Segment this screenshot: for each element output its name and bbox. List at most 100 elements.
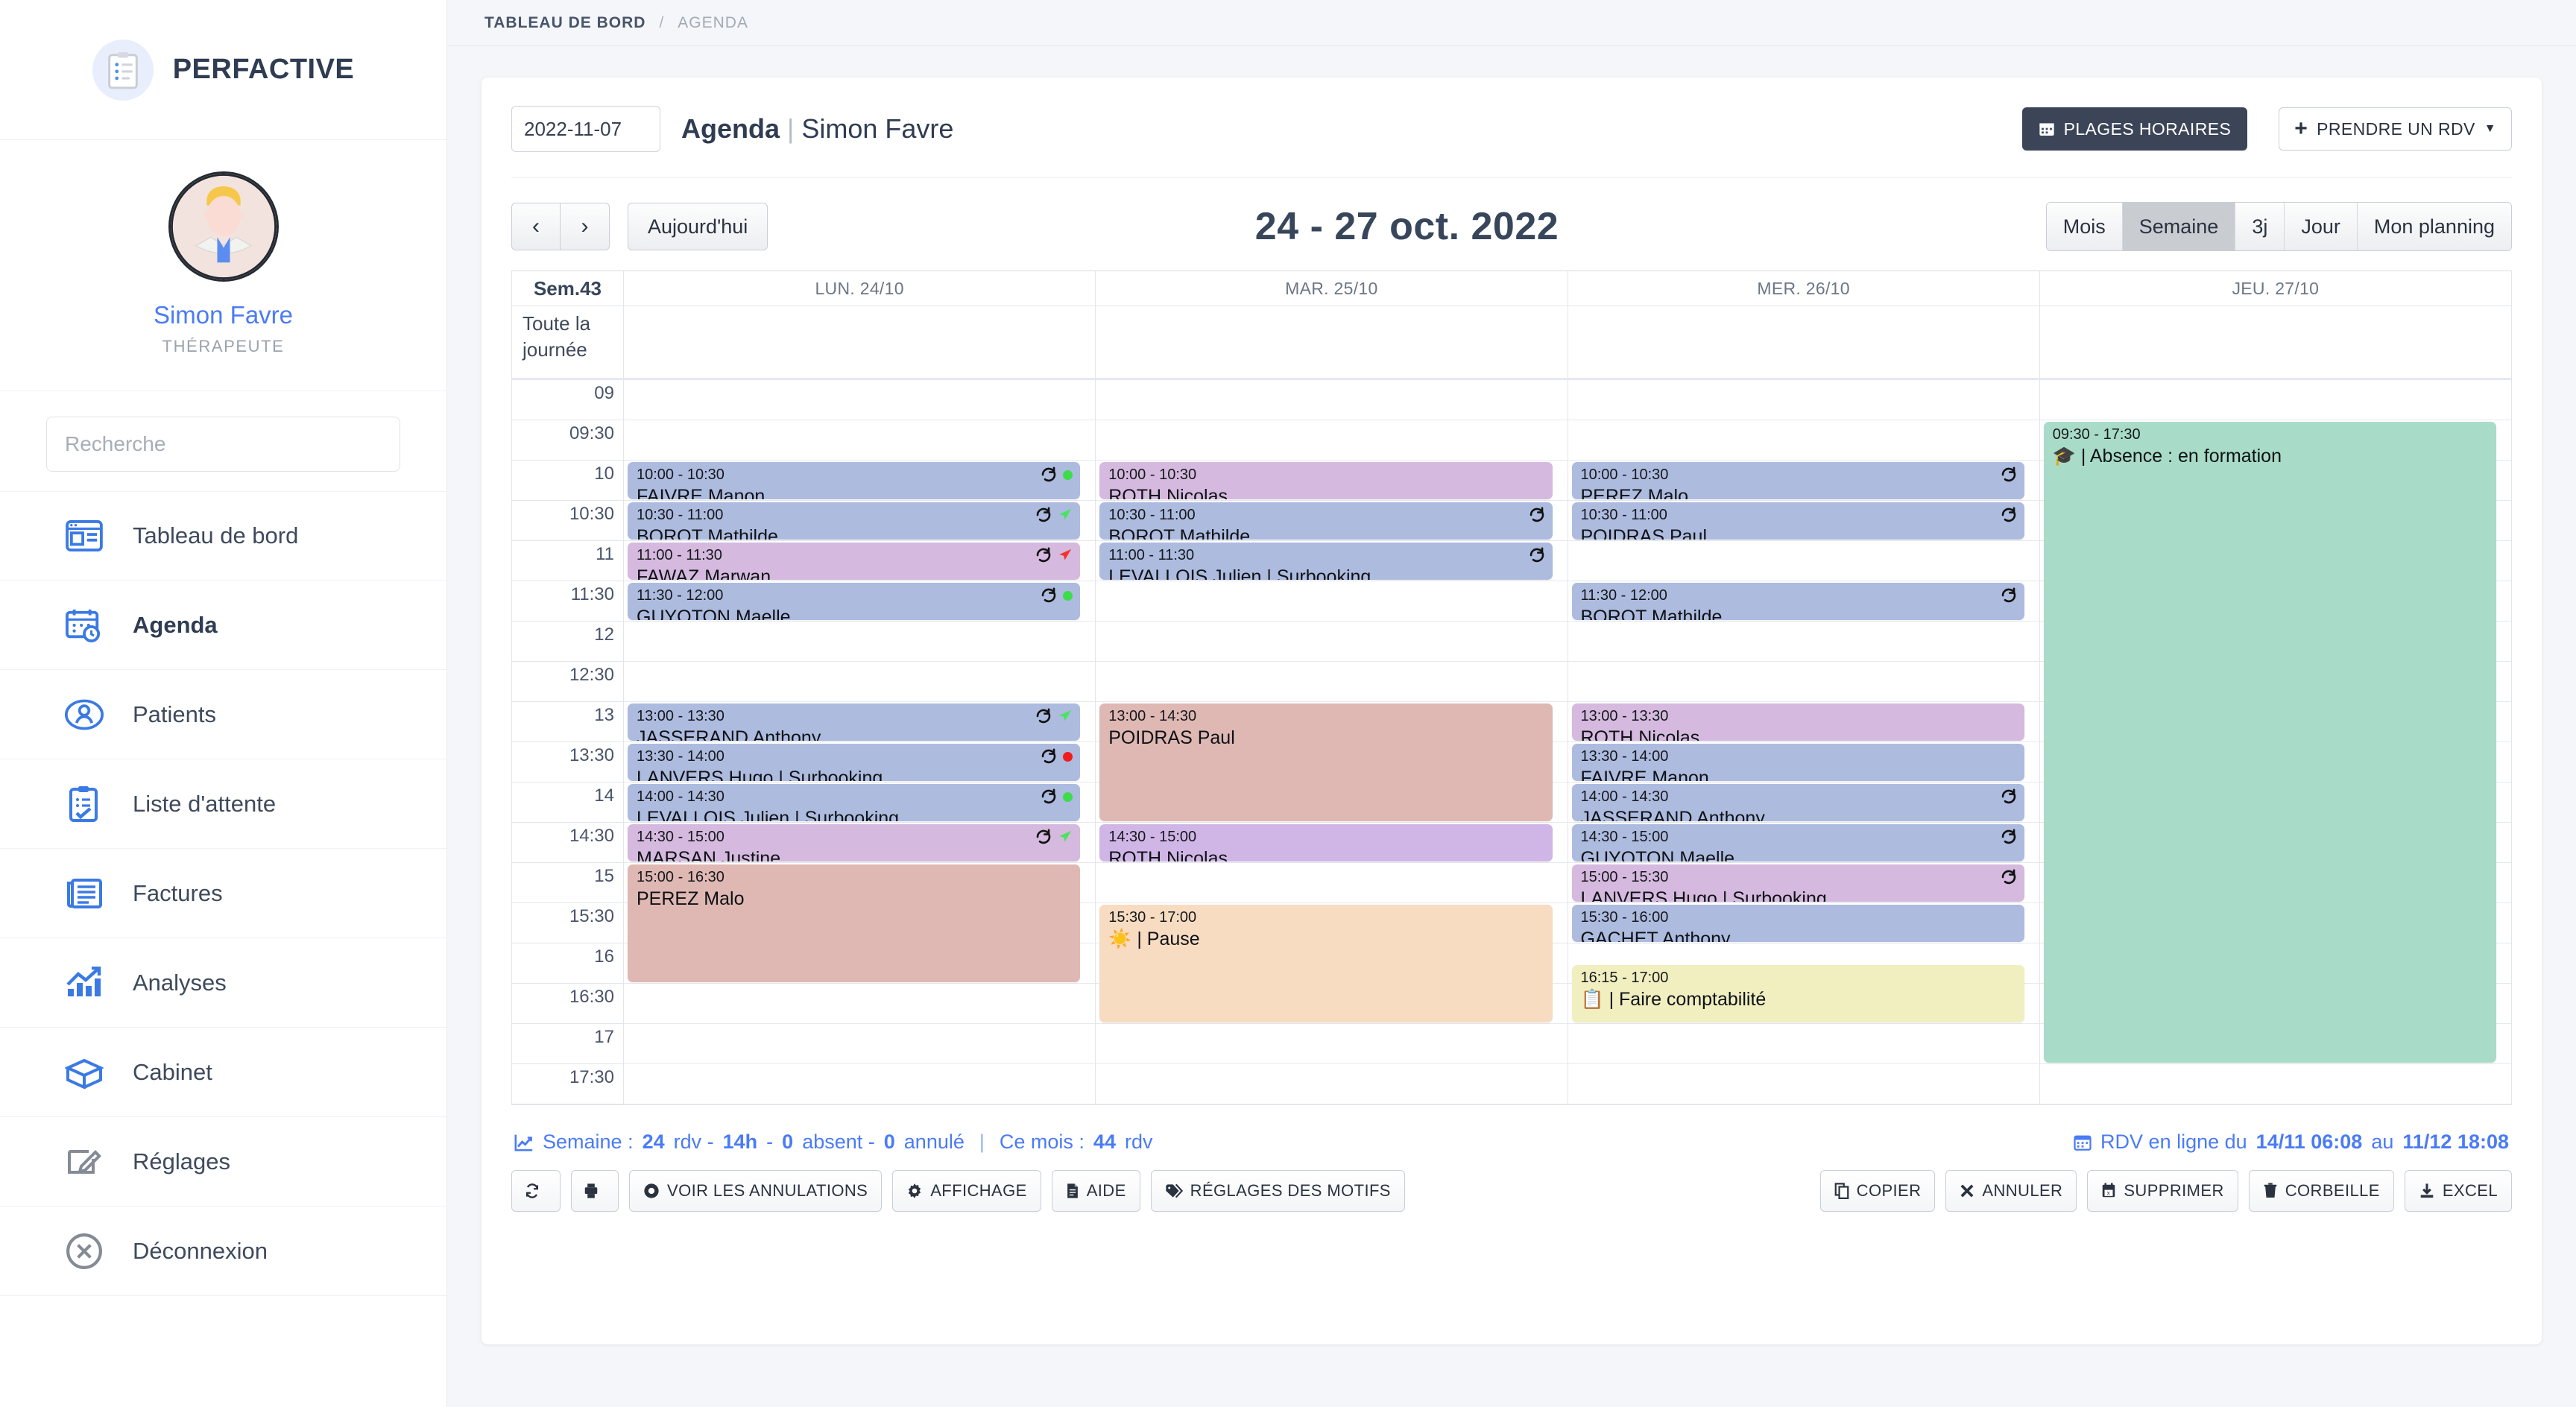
sidebar-item-analyses[interactable]: Analyses bbox=[0, 938, 446, 1028]
day-slot[interactable] bbox=[1568, 380, 2039, 420]
calendar-event[interactable]: 14:30 - 15:00 MARSAN Justine bbox=[628, 824, 1081, 861]
sidebar-item-patients[interactable]: Patients bbox=[0, 670, 446, 759]
breadcrumb-root[interactable]: TABLEAU DE BORD bbox=[484, 14, 645, 32]
day-slot[interactable] bbox=[1568, 1064, 2039, 1104]
day-slot[interactable] bbox=[1096, 581, 1568, 622]
day-slot[interactable] bbox=[2039, 380, 2511, 420]
calendar-event[interactable]: 15:30 - 16:00 GACHET Anthony bbox=[1571, 905, 2024, 942]
day-slot[interactable] bbox=[1096, 380, 1568, 420]
affichage-button[interactable]: AFFICHAGE bbox=[892, 1170, 1041, 1212]
calendar-event[interactable]: 10:00 - 10:30 FAIVRE Manon bbox=[628, 462, 1081, 499]
day-slot[interactable] bbox=[1568, 622, 2039, 662]
sidebar-item-tableau-de-bord[interactable]: Tableau de bord bbox=[0, 491, 446, 581]
reglages-motifs-button[interactable]: RÉGLAGES DES MOTIFS bbox=[1150, 1170, 1405, 1212]
sidebar-item-deconnexion[interactable]: Déconnexion bbox=[0, 1207, 446, 1296]
all-day-cell[interactable] bbox=[1568, 306, 2040, 378]
prendre-rdv-button[interactable]: + PRENDRE UN RDV ▼ bbox=[2279, 107, 2512, 151]
calendar-event[interactable]: 10:30 - 11:00 BOROT Mathilde bbox=[1099, 502, 1553, 540]
day-header[interactable]: LUN. 24/10 bbox=[624, 271, 1096, 306]
calendar-event[interactable]: 11:00 - 11:30 LEVALLOIS Julien | Surbooki… bbox=[1099, 543, 1553, 580]
calendar-event[interactable]: 14:30 - 15:00 GUYOTON Maelle bbox=[1571, 824, 2024, 861]
corbeille-button[interactable]: CORBEILLE bbox=[2248, 1170, 2394, 1212]
day-slot[interactable] bbox=[1096, 420, 1568, 461]
day-slot[interactable] bbox=[624, 622, 1096, 662]
day-slot[interactable] bbox=[1568, 662, 2039, 702]
day-column[interactable]: 10:00 - 10:30 ROTH Nicolas 10:30 - 11:00 BO… bbox=[1096, 380, 1568, 1104]
day-slot[interactable] bbox=[624, 1064, 1096, 1104]
calendar-event[interactable]: 10:30 - 11:00 BOROT Mathilde bbox=[628, 502, 1081, 540]
today-button[interactable]: Aujourd'hui bbox=[628, 203, 768, 250]
day-column[interactable]: 10:00 - 10:30 PEREZ Malo 10:30 - 11:00 POID… bbox=[1568, 380, 2040, 1104]
copier-button[interactable]: COPIER bbox=[1819, 1170, 1936, 1212]
week-stats[interactable]: Semaine : 24 rdv - 14h - 0 absent - 0 an… bbox=[514, 1131, 1152, 1154]
day-slot[interactable] bbox=[1568, 1024, 2039, 1064]
day-slot[interactable] bbox=[624, 662, 1096, 702]
all-day-cell[interactable] bbox=[624, 306, 1096, 378]
calendar-event[interactable]: 15:00 - 15:30 LANVERS Hugo | Surbooking bbox=[1571, 864, 2024, 902]
date-input[interactable] bbox=[511, 106, 660, 152]
day-slot[interactable] bbox=[1096, 1024, 1568, 1064]
day-slot[interactable] bbox=[2039, 1064, 2511, 1104]
next-week-button[interactable]: › bbox=[561, 203, 610, 250]
day-header[interactable]: MAR. 25/10 bbox=[1096, 271, 1568, 306]
day-header[interactable]: JEU. 27/10 bbox=[2040, 271, 2511, 306]
refresh-button[interactable] bbox=[511, 1170, 561, 1212]
day-slot[interactable] bbox=[624, 420, 1096, 461]
view-semaine-button[interactable]: Semaine bbox=[2121, 203, 2235, 250]
calendar-event[interactable]: 11:30 - 12:00 BOROT Mathilde bbox=[1571, 583, 2024, 620]
aide-button[interactable]: AIDE bbox=[1051, 1170, 1140, 1212]
calendar-event[interactable]: 13:00 - 14:30 POIDRAS Paul bbox=[1099, 704, 1553, 821]
view-mon-planning-button[interactable]: Mon planning bbox=[2356, 203, 2511, 250]
print-button[interactable] bbox=[571, 1170, 619, 1212]
calendar-event[interactable]: 13:00 - 13:30 JASSERAND Anthony bbox=[628, 704, 1081, 741]
calendar-event[interactable]: 11:00 - 11:30 FAWAZ Marwan bbox=[628, 543, 1081, 580]
sidebar-item-agenda[interactable]: Agenda bbox=[0, 581, 446, 670]
calendar-event[interactable]: 15:30 - 17:00 ☀️ | Pause bbox=[1099, 905, 1553, 1022]
day-slot[interactable] bbox=[1096, 622, 1568, 662]
excel-button[interactable]: EXCEL bbox=[2404, 1170, 2512, 1212]
calendar-event[interactable]: 13:00 - 13:30 ROTH Nicolas bbox=[1571, 704, 2024, 741]
calendar-event[interactable]: 13:30 - 14:00 FAIVRE Manon bbox=[1571, 744, 2024, 781]
view-3j-button[interactable]: 3j bbox=[2235, 203, 2285, 250]
calendar-event[interactable]: 10:00 - 10:30 ROTH Nicolas bbox=[1099, 462, 1553, 499]
calendar-event[interactable]: 16:15 - 17:00 📋 | Faire comptabilité bbox=[1571, 965, 2024, 1022]
supprimer-button[interactable]: x SUPPRIMER bbox=[2087, 1170, 2238, 1212]
annuler-button[interactable]: ANNULER bbox=[1945, 1170, 2077, 1212]
day-slot[interactable] bbox=[1568, 420, 2039, 461]
view-jour-button[interactable]: Jour bbox=[2284, 203, 2357, 250]
day-slot[interactable] bbox=[624, 380, 1096, 420]
day-slot[interactable] bbox=[624, 1024, 1096, 1064]
search-input[interactable] bbox=[46, 417, 400, 472]
sidebar-item-liste-d-attente[interactable]: Liste d'attente bbox=[0, 759, 446, 849]
day-slot[interactable] bbox=[1096, 863, 1568, 903]
day-header[interactable]: MER. 26/10 bbox=[1568, 271, 2040, 306]
calendar-event[interactable]: 10:00 - 10:30 PEREZ Malo bbox=[1571, 462, 2024, 499]
calendar-event[interactable]: 14:00 - 14:30 LEVALLOIS Julien | Surbooki… bbox=[628, 784, 1081, 821]
day-slot[interactable] bbox=[1096, 662, 1568, 702]
brand[interactable]: PERFACTIVE bbox=[0, 0, 446, 140]
calendar-event[interactable]: 11:30 - 12:00 GUYOTON Maelle bbox=[628, 583, 1081, 620]
all-day-cell[interactable] bbox=[1096, 306, 1568, 378]
voir-annulations-button[interactable]: VOIR LES ANNULATIONS bbox=[629, 1170, 883, 1212]
calendar-event[interactable]: 14:30 - 15:00 ROTH Nicolas bbox=[1099, 824, 1553, 861]
sidebar-item-reglages[interactable]: Réglages bbox=[0, 1117, 446, 1207]
all-day-cell[interactable] bbox=[2040, 306, 2511, 378]
sidebar-item-factures[interactable]: Factures bbox=[0, 849, 446, 938]
view-mois-button[interactable]: Mois bbox=[2046, 203, 2122, 250]
calendar-event[interactable]: 09:30 - 17:30 🎓 | Absence : en formation bbox=[2043, 422, 2496, 1063]
sidebar-item-cabinet[interactable]: Cabinet bbox=[0, 1028, 446, 1117]
calendar-event[interactable]: 13:30 - 14:00 LANVERS Hugo | Surbooking bbox=[628, 744, 1081, 781]
calendar-event[interactable]: 10:30 - 11:00 POIDRAS Paul bbox=[1571, 502, 2024, 540]
day-column[interactable]: 10:00 - 10:30 FAIVRE Manon 10:30 - 11:00 BO… bbox=[624, 380, 1096, 1104]
profile-name[interactable]: Simon Favre bbox=[154, 301, 293, 329]
prev-week-button[interactable]: ‹ bbox=[511, 203, 561, 250]
day-slot[interactable] bbox=[1568, 541, 2039, 581]
avatar[interactable] bbox=[168, 171, 279, 282]
day-slot[interactable] bbox=[1096, 1064, 1568, 1104]
plages-horaires-button[interactable]: PLAGES HORAIRES bbox=[2021, 107, 2248, 151]
online-rdv-range[interactable]: RDV en ligne du 14/11 06:08 au 11/12 18:… bbox=[2074, 1131, 2509, 1154]
calendar-event[interactable]: 15:00 - 16:30 PEREZ Malo bbox=[628, 864, 1081, 982]
calendar-event[interactable]: 14:00 - 14:30 JASSERAND Anthony bbox=[1571, 784, 2024, 821]
day-slot[interactable] bbox=[624, 984, 1096, 1024]
day-column[interactable]: 09:30 - 17:30 🎓 | Absence : en formation bbox=[2039, 380, 2511, 1104]
